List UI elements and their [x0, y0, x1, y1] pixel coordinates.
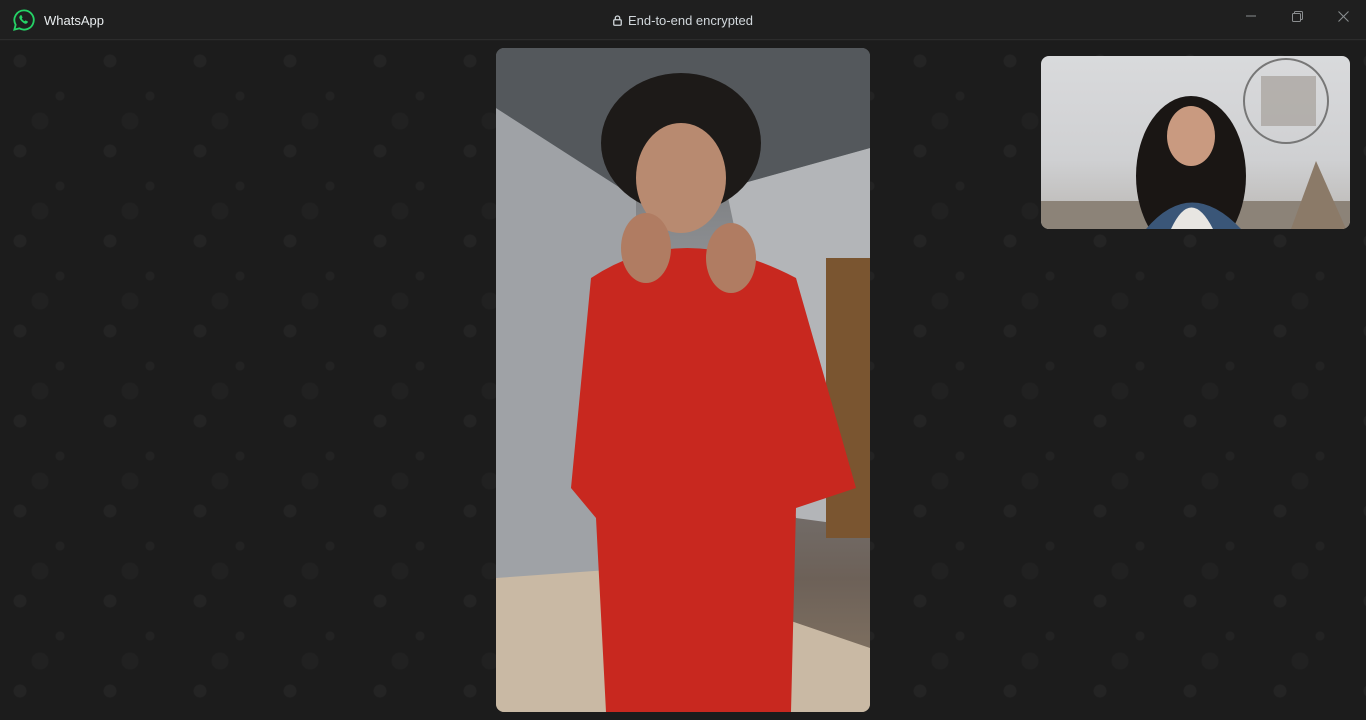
maximize-button[interactable]	[1274, 0, 1320, 32]
minimize-button[interactable]	[1228, 0, 1274, 32]
remote-video-frame	[496, 48, 870, 712]
minimize-icon	[1246, 15, 1256, 17]
encryption-notice: End-to-end encrypted	[0, 13, 1366, 28]
close-button[interactable]	[1320, 0, 1366, 32]
restore-icon	[1291, 10, 1303, 22]
remote-participant-video[interactable]	[496, 48, 870, 712]
self-view-video[interactable]	[1041, 56, 1350, 229]
lock-icon	[613, 15, 622, 26]
self-video-frame	[1041, 58, 1350, 229]
encryption-text: End-to-end encrypted	[627, 13, 754, 28]
close-icon	[1337, 10, 1349, 22]
title-bar: WhatsApp End-to-end encrypted	[0, 0, 1366, 40]
